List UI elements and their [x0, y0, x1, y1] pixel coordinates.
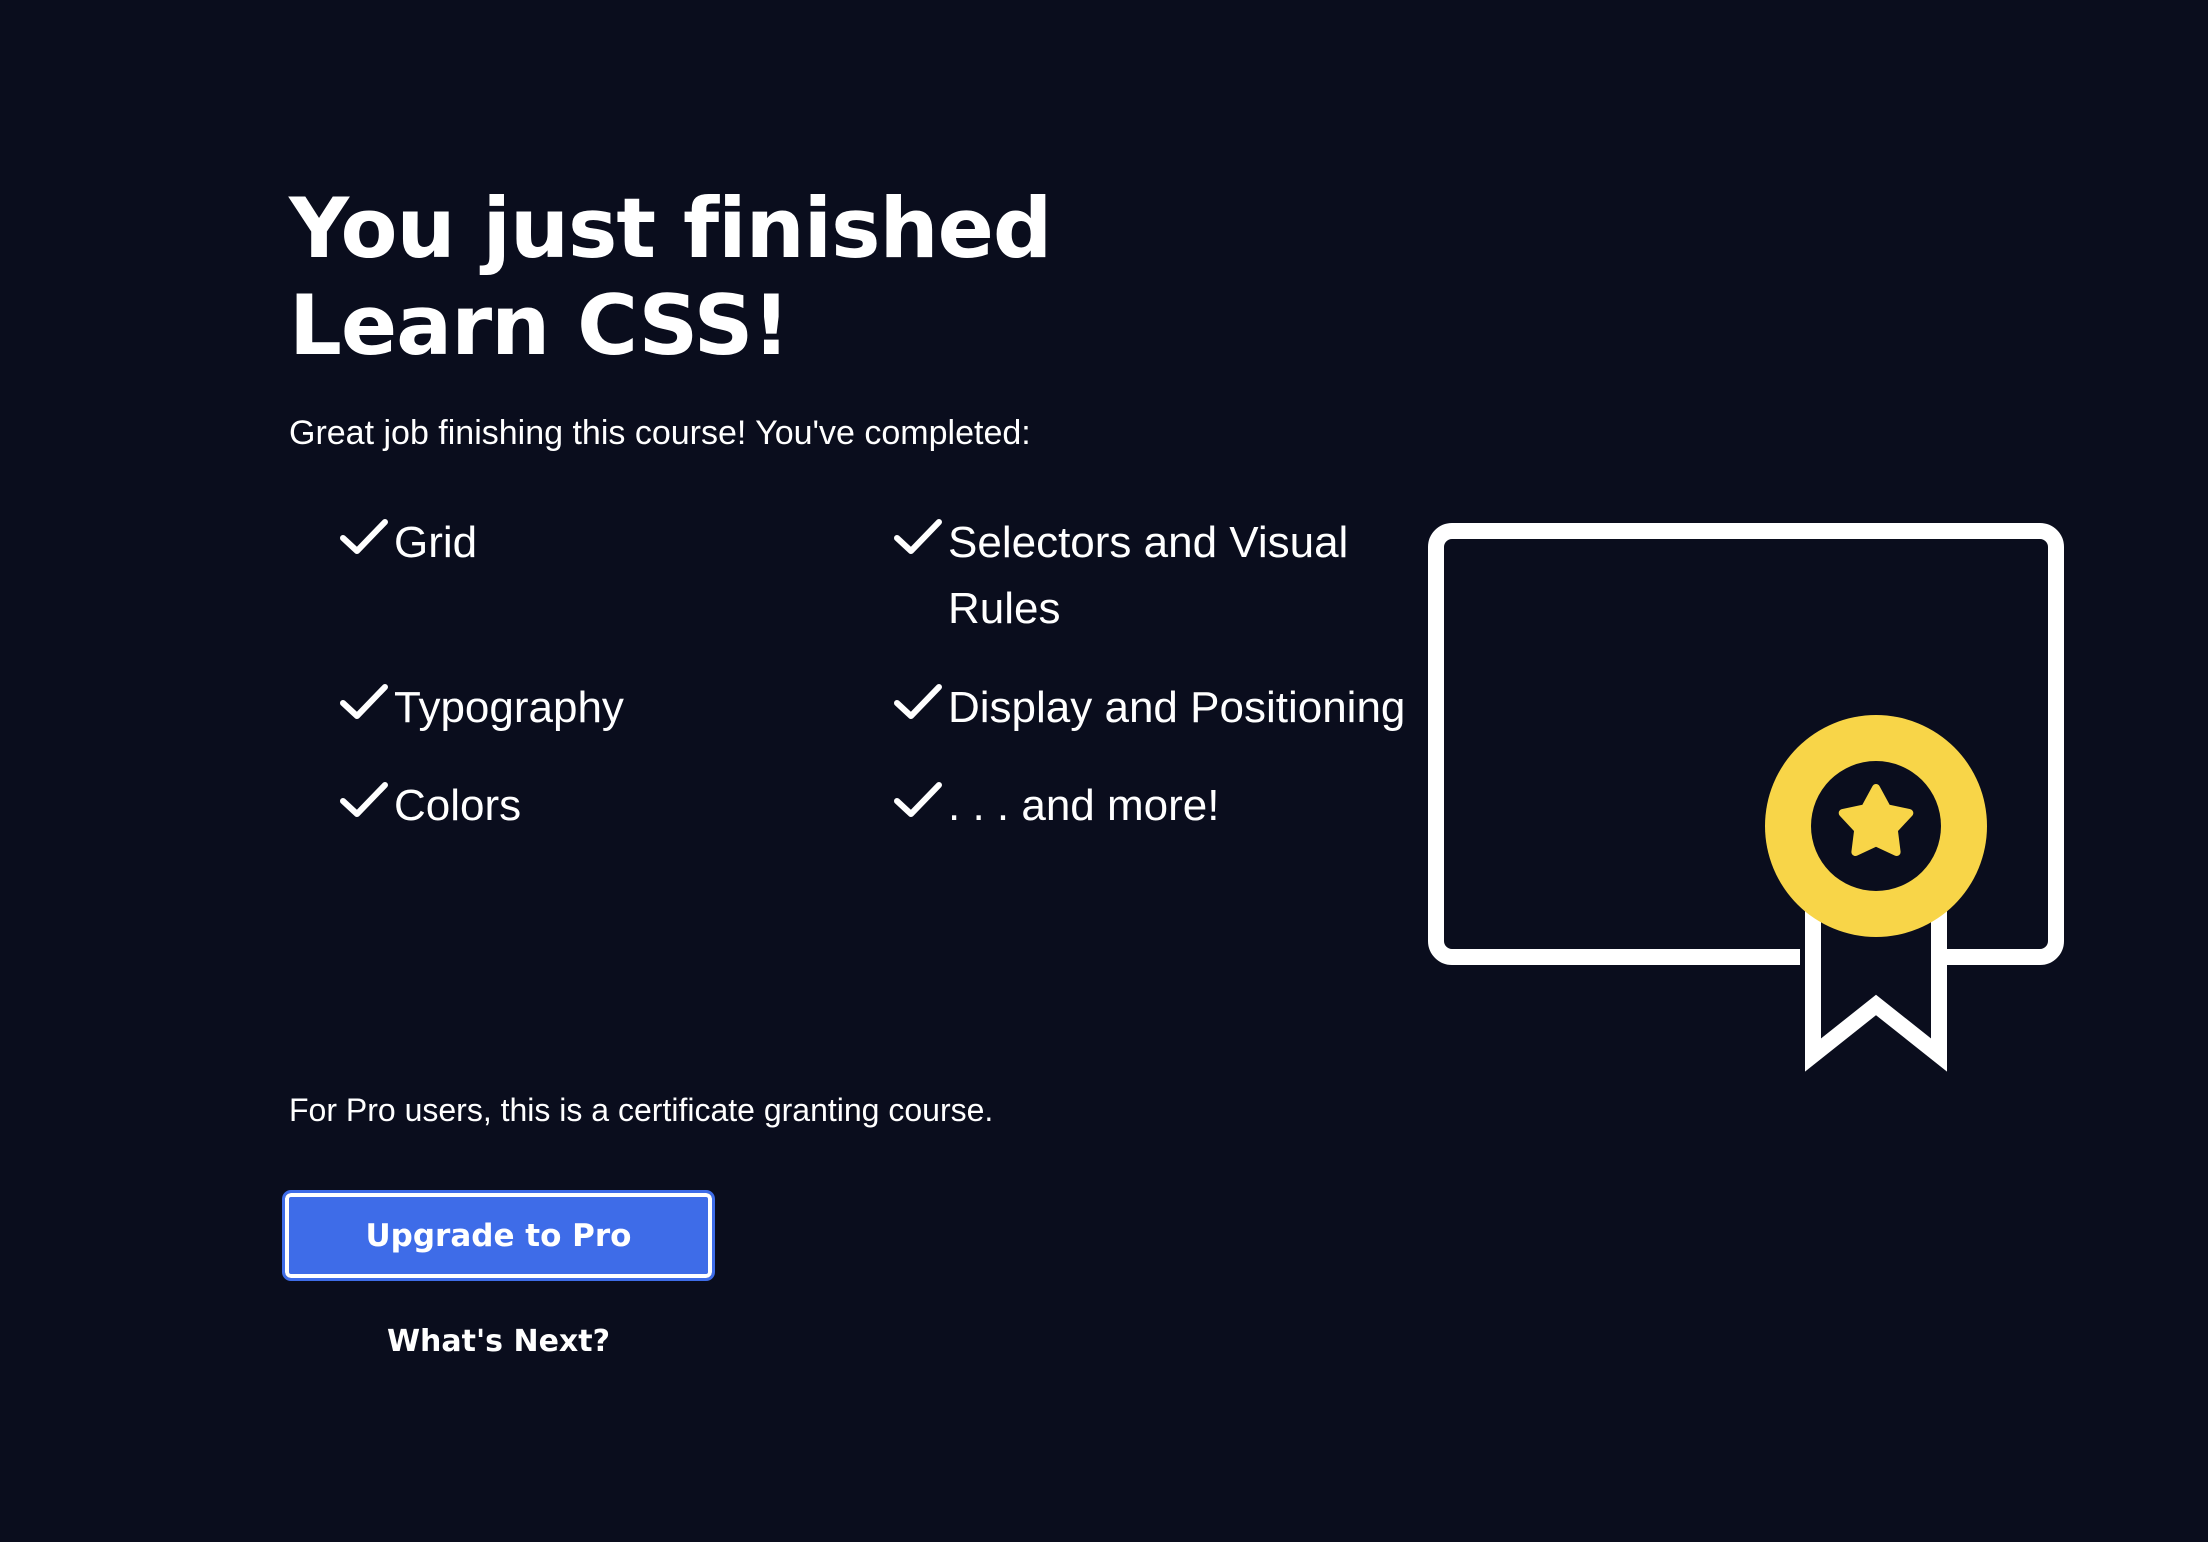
topic-label: Grid — [394, 518, 478, 567]
topic-label: Display and Positioning — [948, 683, 1406, 732]
certificate-note: For Pro users, this is a certificate gra… — [289, 1092, 994, 1128]
page-title: You just finished Learn CSS! — [289, 180, 1189, 374]
checkmark-icon — [894, 510, 948, 576]
checkmark-icon — [894, 675, 948, 741]
topic-item-typography: Typography — [340, 675, 864, 741]
topic-item-grid: Grid — [340, 510, 864, 576]
topic-item-more: . . . and more! — [894, 773, 1418, 839]
topic-label: Colors — [394, 781, 522, 830]
certificate-icon — [1428, 523, 2064, 1072]
topic-item-selectors: Selectors and Visual Rules — [894, 510, 1368, 642]
topic-label: . . . and more! — [948, 781, 1220, 830]
topic-item-colors: Colors — [340, 773, 864, 839]
completed-topics-list: Grid Selectors and Visual Rules Typograp… — [340, 510, 1420, 840]
page-title-line-2: Learn CSS! — [289, 277, 790, 374]
checkmark-icon — [340, 773, 394, 839]
checkmark-icon — [340, 675, 394, 741]
topic-item-display: Display and Positioning — [894, 675, 1418, 741]
checkmark-icon — [340, 510, 394, 576]
upgrade-to-pro-button[interactable]: Upgrade to Pro — [282, 1190, 715, 1281]
completion-intro: Great job finishing this course! You've … — [289, 414, 1031, 452]
topic-label: Typography — [394, 683, 624, 732]
checkmark-icon — [894, 773, 948, 839]
course-completion-page: You just finished Learn CSS! Great job f… — [0, 0, 2208, 1542]
whats-next-link[interactable]: What's Next? — [285, 1320, 712, 1364]
topic-label: Selectors and Visual Rules — [948, 518, 1349, 633]
page-title-line-1: You just finished — [289, 180, 1052, 277]
